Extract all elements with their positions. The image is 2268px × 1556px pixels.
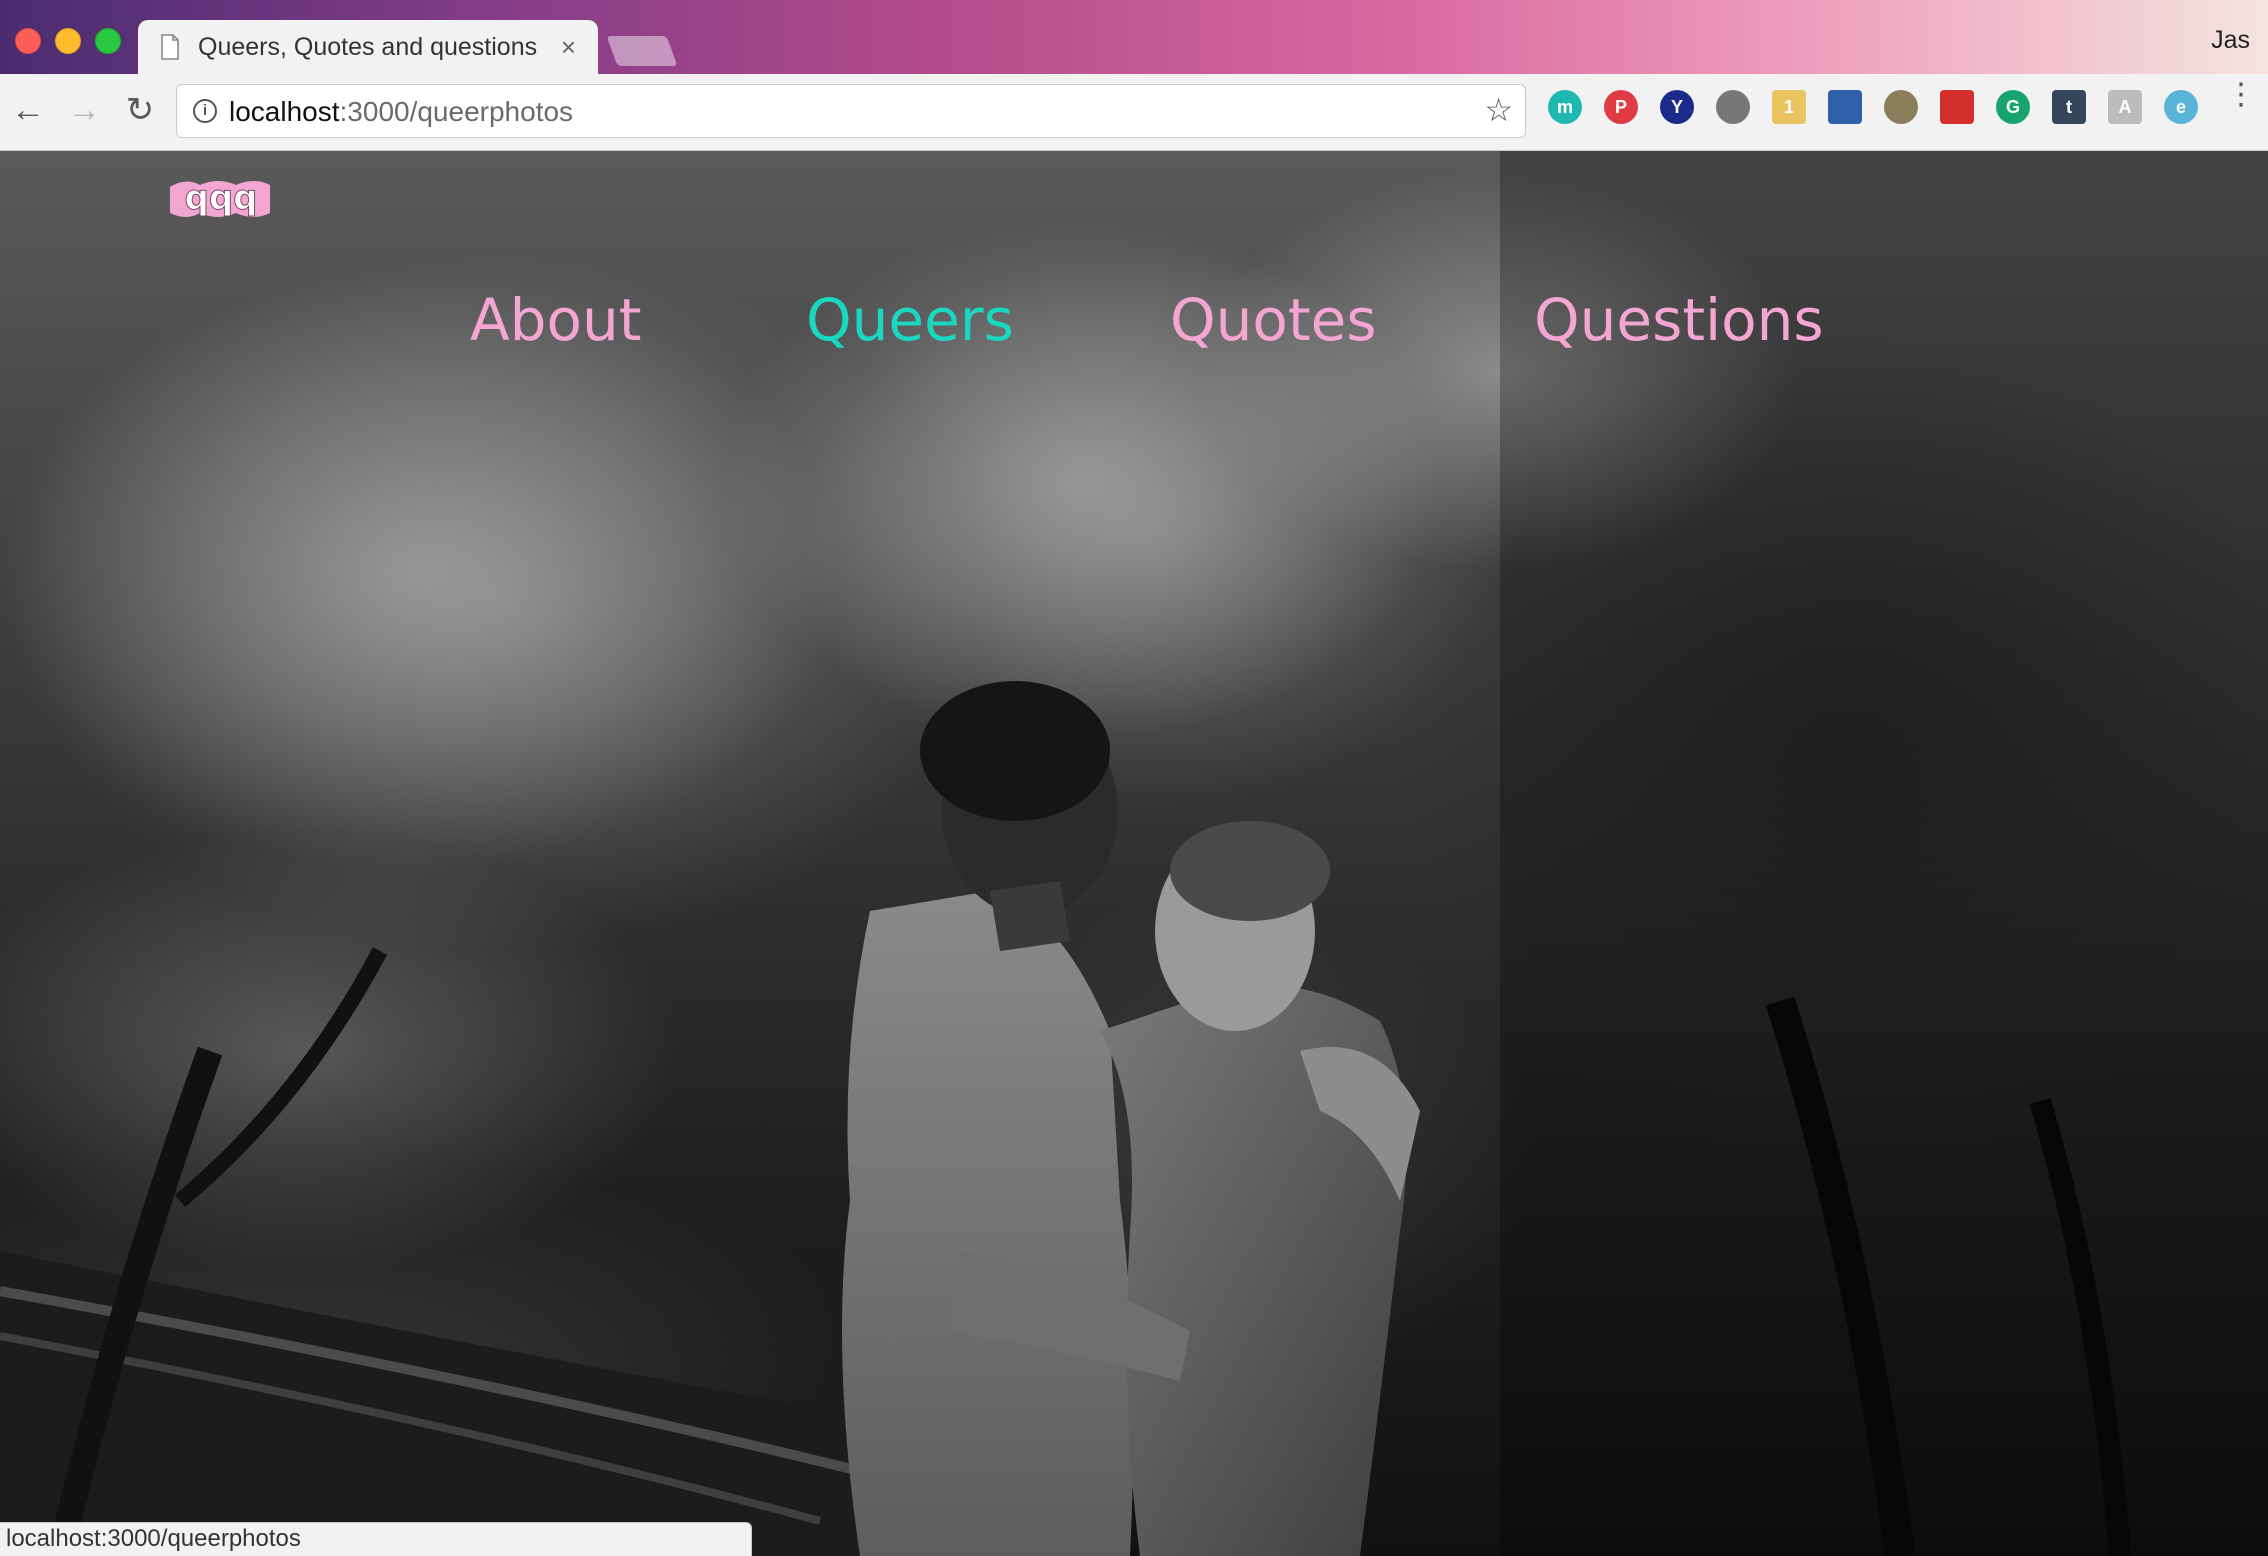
forward-arrow-icon[interactable]: → bbox=[64, 90, 104, 130]
zoom-window-button[interactable] bbox=[95, 28, 121, 54]
page-viewport: qqq About Queers Quotes Questions localh… bbox=[0, 151, 2268, 1556]
browser-menu-icon[interactable]: ⋮ bbox=[2226, 80, 2256, 110]
lastpass-icon[interactable] bbox=[1940, 90, 1974, 124]
tumblr-icon[interactable]: t bbox=[2052, 90, 2086, 124]
nav-link-queers[interactable]: Queers bbox=[806, 286, 1014, 354]
url-host: localhost bbox=[229, 96, 340, 127]
browser-toolbar: ← → ↻ i localhost:3000/queerphotos ☆ mPY… bbox=[0, 74, 2268, 151]
mendeley-icon[interactable]: m bbox=[1548, 90, 1582, 124]
minimize-window-button[interactable] bbox=[55, 28, 81, 54]
url-path: :3000/queerphotos bbox=[339, 96, 574, 127]
address-bar[interactable]: i localhost:3000/queerphotos ☆ bbox=[176, 84, 1526, 138]
evernote-icon[interactable]: A bbox=[2108, 90, 2142, 124]
url-text[interactable]: localhost:3000/queerphotos bbox=[229, 96, 573, 128]
reload-icon[interactable]: ↻ bbox=[120, 90, 160, 130]
shield-icon[interactable] bbox=[1884, 90, 1918, 124]
bookmark-star-icon[interactable]: ☆ bbox=[1484, 91, 1513, 129]
sticky-note-icon[interactable]: 1 bbox=[1772, 90, 1806, 124]
new-tab-button[interactable] bbox=[606, 36, 678, 66]
cast-icon[interactable] bbox=[1716, 90, 1750, 124]
edge-icon[interactable]: e bbox=[2164, 90, 2198, 124]
tab-title: Queers, Quotes and questions bbox=[198, 32, 538, 61]
couple-figures bbox=[842, 681, 1420, 1556]
nav-link-about[interactable]: About bbox=[470, 286, 641, 354]
main-nav: About Queers Quotes Questions bbox=[0, 286, 2268, 376]
profile-name[interactable]: Jas bbox=[2211, 26, 2250, 55]
nav-link-quotes[interactable]: Quotes bbox=[1170, 286, 1377, 354]
back-arrow-icon[interactable]: ← bbox=[8, 90, 48, 130]
logo-text: qqq bbox=[184, 178, 257, 218]
site-logo[interactable]: qqq bbox=[166, 169, 276, 231]
bookmark-icon[interactable] bbox=[1828, 90, 1862, 124]
site-info-icon[interactable]: i bbox=[193, 99, 217, 123]
vimeo-icon[interactable]: Y bbox=[1660, 90, 1694, 124]
pinterest-icon[interactable]: P bbox=[1604, 90, 1638, 124]
tab-close-icon[interactable]: × bbox=[561, 32, 576, 63]
close-window-button[interactable] bbox=[15, 28, 41, 54]
document-icon bbox=[161, 34, 179, 60]
link-status-bar: localhost:3000/queerphotos bbox=[0, 1522, 752, 1556]
nav-link-questions[interactable]: Questions bbox=[1534, 286, 1824, 354]
window-titlebar: Queers, Quotes and questions × Jas bbox=[0, 0, 2268, 74]
grammarly-icon[interactable]: G bbox=[1996, 90, 2030, 124]
browser-tab-active[interactable]: Queers, Quotes and questions × bbox=[138, 20, 598, 74]
